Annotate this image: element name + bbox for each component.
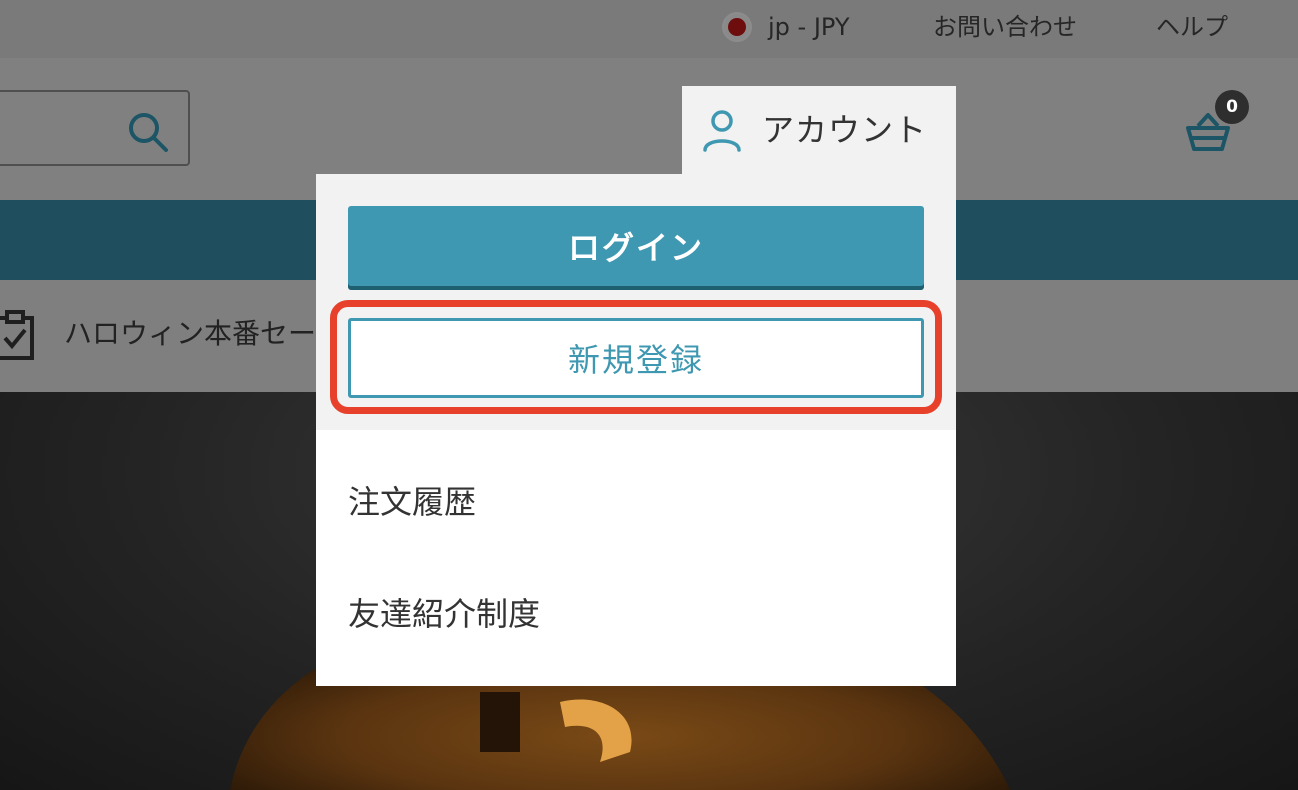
menu-item-referral[interactable]: 友達紹介制度 [348,594,540,634]
promo-text: ハロウィン本番セール [64,317,345,350]
register-button[interactable]: 新規登録 [348,318,924,398]
contact-link[interactable]: お問い合わせ [933,10,1077,44]
locale-selector[interactable]: jp - JPY [722,10,850,44]
search-icon[interactable] [124,108,172,156]
clipboard-check-icon [0,310,34,360]
flag-icon [722,12,752,42]
top-utility-bar: jp - JPY お問い合わせ ヘルプ [0,0,1298,58]
flag-dot [728,18,746,36]
login-button[interactable]: ログイン [348,206,924,286]
search-input[interactable] [0,90,190,166]
account-dropdown: ログイン 新規登録 注文履歴 友達紹介制度 [316,174,956,686]
account-label: アカウント [762,111,928,149]
cart-button[interactable]: 0 [1184,90,1254,154]
menu-item-orders[interactable]: 注文履歴 [348,482,476,522]
locale-label: jp - JPY [768,13,850,41]
page: jp - JPY お問い合わせ ヘルプ アカウント 0 ハロウィン本番セール ロ… [0,0,1298,790]
account-menu-toggle[interactable]: アカウント [682,86,956,174]
account-icon [703,110,741,152]
cart-count-badge: 0 [1215,90,1249,124]
help-link[interactable]: ヘルプ [1156,10,1228,44]
